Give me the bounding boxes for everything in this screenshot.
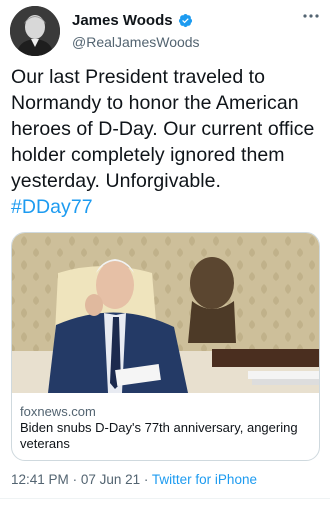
user-avatar[interactable] (10, 6, 60, 56)
tweet-header: James Woods @RealJamesWoods (10, 6, 322, 56)
tweet-date[interactable]: 07 Jun 21 (81, 472, 140, 487)
meta-separator: · (72, 472, 78, 487)
verified-badge-icon (178, 13, 193, 28)
tweet-meta: 12:41 PM · 07 Jun 21 · Twitter for iPhon… (11, 472, 257, 487)
divider (0, 498, 330, 499)
link-preview-card[interactable]: foxnews.com Biden snubs D-Day's 77th ann… (11, 232, 320, 461)
tweet-body: Our last President traveled to Normandy … (11, 66, 315, 192)
tweet-time[interactable]: 12:41 PM (11, 472, 69, 487)
author-display-name[interactable]: James Woods (72, 12, 173, 29)
tweet-text: Our last President traveled to Normandy … (11, 64, 323, 220)
meta-separator: · (143, 472, 149, 487)
author-name-row: James Woods (72, 10, 193, 30)
author-handle[interactable]: @RealJamesWoods (72, 34, 200, 50)
link-domain: foxnews.com (20, 404, 96, 419)
hashtag-link[interactable]: #DDay77 (11, 194, 323, 220)
more-options-icon[interactable] (300, 6, 322, 26)
tweet-client[interactable]: Twitter for iPhone (152, 472, 257, 487)
link-title: Biden snubs D-Day's 77th anniversary, an… (20, 420, 298, 451)
article-thumbnail (12, 233, 319, 393)
